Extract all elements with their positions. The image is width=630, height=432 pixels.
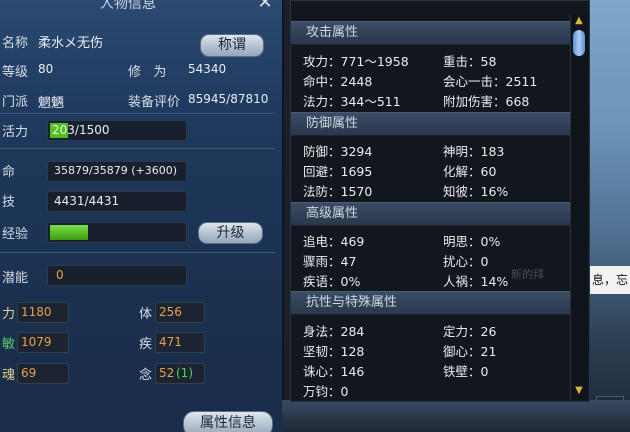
mind-value: 52: [159, 366, 175, 380]
advanced-section-header: 高级属性: [291, 202, 571, 226]
scrollbar-track[interactable]: ▲ ▼: [570, 14, 587, 400]
agility-box: 1079: [17, 332, 69, 353]
attack-attr: 附加伤害：668: [443, 94, 530, 109]
strength-label: 力: [2, 307, 16, 322]
sect-label: 门派: [2, 95, 29, 110]
divider: [0, 252, 275, 253]
attack-attr: 重击：58: [443, 54, 497, 69]
defense-section-header: 防御属性: [291, 112, 571, 136]
advanced-attr: 追电：469: [303, 234, 365, 249]
panel-title: 人物信息: [100, 0, 156, 12]
vitality-label: 活力: [2, 125, 29, 140]
resist-attr: 身法：284: [303, 324, 365, 339]
scrollbar-thumb[interactable]: [573, 30, 585, 56]
defense-attr: 防御：3294: [303, 144, 373, 159]
soul-box: 69: [17, 363, 69, 384]
chat-text: 息，忘: [592, 273, 629, 287]
scroll-up-arrow-icon[interactable]: ▲: [574, 16, 584, 26]
potential-bar: 0: [47, 265, 187, 286]
title-button[interactable]: 称谓: [200, 34, 264, 57]
advanced-attr: 疾语：0%: [303, 274, 361, 289]
body-box: 256: [155, 302, 205, 323]
exp-bar: [47, 222, 187, 243]
attribute-detail-panel: 新的拜 攻击属性 攻力：771～1958 重击：58 命中：2448 会心一击：…: [290, 0, 590, 402]
skill-value: 4431/4431: [54, 194, 120, 208]
defense-attr: 知彼：16%: [443, 184, 509, 199]
defense-attr: 法防：1570: [303, 184, 373, 199]
cultivation-label: 修 为: [128, 65, 167, 80]
gear-score-value: 85945/87810: [188, 92, 269, 106]
agility-value: 1079: [21, 335, 52, 349]
level-label: 等级: [2, 65, 29, 80]
scroll-down-arrow-icon[interactable]: ▼: [574, 386, 584, 396]
close-icon[interactable]: ✕: [255, 0, 275, 12]
attack-attr: 攻力：771～1958: [303, 54, 409, 69]
resist-attr: 铁壁：0: [443, 364, 489, 379]
soul-label: 魂: [2, 368, 16, 383]
chat-bubble: 息，忘: [590, 266, 630, 294]
attack-section-header: 攻击属性: [291, 21, 571, 45]
skill-label: 技: [2, 195, 16, 210]
mind-label: 念: [139, 368, 153, 383]
attack-attr: 命中：2448: [303, 74, 373, 89]
potential-label: 潜能: [2, 271, 29, 286]
character-info-panel: 人物信息 ✕ 名称 柔水メ无伤 称谓 等级 80 修 为 54340 门派 魍魉…: [0, 0, 284, 432]
mind-box: 52 (1): [155, 363, 205, 384]
name-label: 名称: [2, 36, 29, 51]
exp-label: 经验: [2, 227, 29, 242]
vitality-value: 203/1500: [52, 123, 110, 137]
attack-attr: 法力：344～511: [303, 94, 401, 109]
speed-box: 471: [155, 332, 205, 353]
advanced-attr: 人祸：14%: [443, 274, 509, 289]
speed-value: 471: [159, 335, 182, 349]
potential-value: 0: [56, 268, 64, 282]
resist-attr: 诛心：146: [303, 364, 365, 379]
advanced-attr: 扰心：0: [443, 254, 489, 269]
attack-attr: 会心一击：2511: [443, 74, 538, 89]
advanced-attr: 骤雨：47: [303, 254, 357, 269]
strength-box: 1180: [17, 302, 69, 323]
body-label: 体: [139, 307, 153, 322]
game-scene-background: 息，忘: [588, 0, 630, 432]
life-bar: 35879/35879 (+3600): [47, 161, 187, 182]
skill-bar: 4431/4431: [47, 191, 187, 212]
faded-scene-text: 新的拜: [511, 268, 544, 281]
divider: [0, 113, 275, 114]
body-value: 256: [159, 305, 182, 319]
divider: [0, 148, 275, 149]
speed-label: 疾: [139, 337, 153, 352]
character-name: 柔水メ无伤: [38, 36, 104, 51]
resist-attr: 定力：26: [443, 324, 497, 339]
life-label: 命: [2, 165, 16, 180]
sect-value: 魍魉: [38, 96, 65, 111]
resist-section-header: 抗性与特殊属性: [291, 291, 571, 315]
resist-attr: 御心：21: [443, 344, 497, 359]
attribute-info-button[interactable]: 属性信息: [183, 411, 273, 432]
life-value: 35879/35879 (+3600): [54, 164, 177, 177]
advanced-attr: 明思：0%: [443, 234, 501, 249]
agility-label: 敏: [2, 337, 16, 352]
resist-attr: 坚韧：128: [303, 344, 365, 359]
mind-bonus: (1): [176, 366, 193, 380]
defense-attr: 回避：1695: [303, 164, 373, 179]
resist-attr: 万钧：0: [303, 384, 349, 399]
exp-fill: [50, 225, 88, 240]
soul-value: 69: [21, 366, 37, 380]
strength-value: 1180: [21, 305, 52, 319]
gear-score-label: 装备评价: [128, 95, 181, 110]
upgrade-button[interactable]: 升级: [198, 222, 263, 244]
vitality-bar: 203/1500: [47, 120, 187, 141]
level-value: 80: [38, 62, 54, 76]
cultivation-value: 54340: [188, 62, 227, 76]
defense-attr: 化解：60: [443, 164, 497, 179]
defense-attr: 神明：183: [443, 144, 505, 159]
hotbar-background: [282, 400, 630, 432]
